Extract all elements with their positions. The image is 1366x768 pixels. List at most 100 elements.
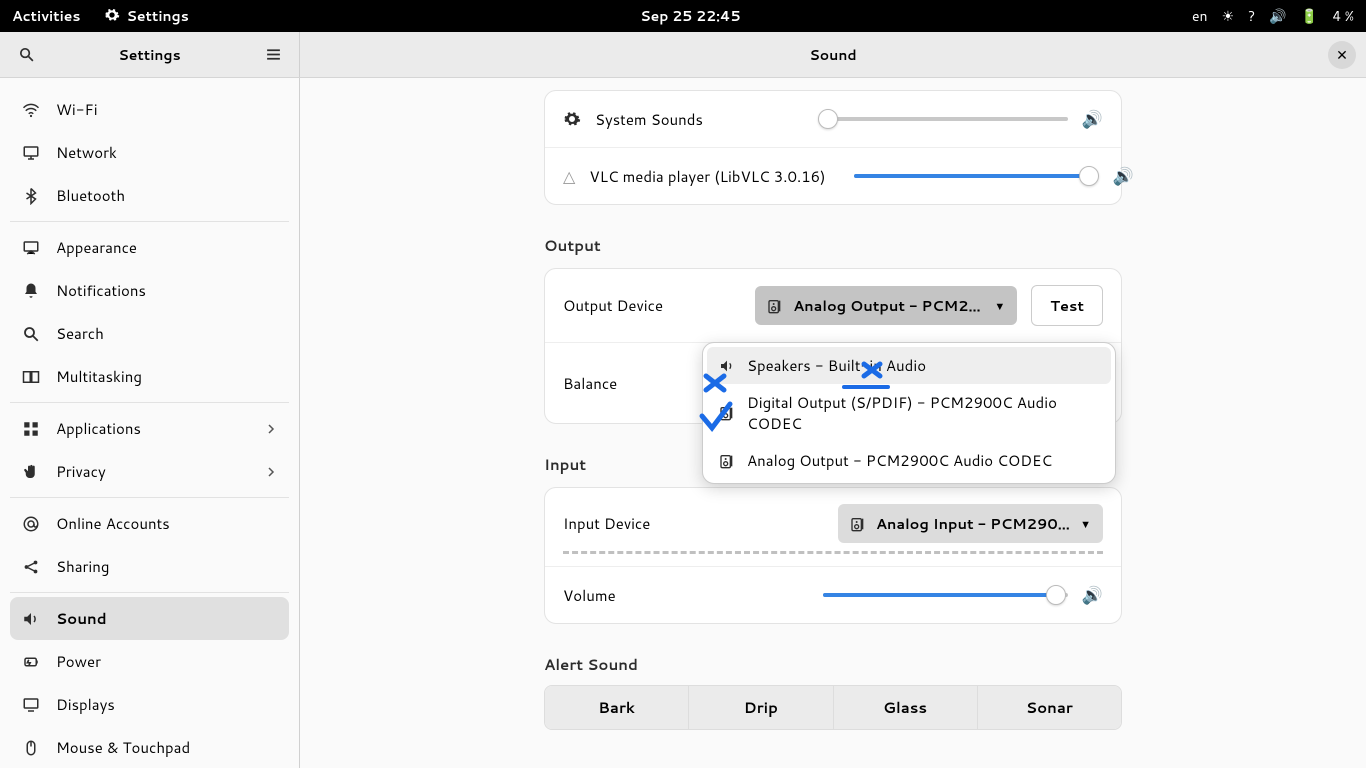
- wifi-icon: [22, 101, 40, 119]
- sidebar-item-privacy[interactable]: Privacy: [10, 450, 289, 493]
- sidebar-item-notifications[interactable]: Notifications: [10, 269, 289, 312]
- input-volume-slider[interactable]: [823, 593, 1068, 597]
- battery-percent: 4 %: [1332, 6, 1354, 26]
- dropdown-item-digital[interactable]: Digital Output (S/PDIF) - PCM2900C Audio…: [707, 384, 1111, 442]
- sidebar-item-applications[interactable]: Applications: [10, 407, 289, 450]
- alert-section-title: Alert Sound: [544, 654, 1122, 675]
- input-volume-label: Volume: [563, 585, 616, 606]
- page-title: Sound: [809, 45, 856, 65]
- monitor-icon: [22, 144, 40, 162]
- system-sounds-row: System Sounds 🔊: [545, 91, 1121, 148]
- sidebar-item-label: Power: [56, 651, 101, 672]
- input-card: Input Device Analog Input - PCM2900C Aud…: [544, 487, 1122, 624]
- sidebar-item-appearance[interactable]: Appearance: [10, 226, 289, 269]
- sidebar-title: Settings: [40, 45, 259, 65]
- input-device-label: Input Device: [563, 513, 824, 534]
- bell-icon: [22, 282, 40, 300]
- sidebar-item-sound[interactable]: Sound: [10, 597, 289, 640]
- annotation-check: [698, 400, 734, 434]
- share-icon: [22, 558, 40, 576]
- alert-sonar[interactable]: Sonar: [978, 686, 1121, 729]
- annotation-underline: [842, 384, 890, 390]
- hamburger-icon: [265, 46, 282, 63]
- vlc-icon: △: [563, 165, 575, 188]
- sidebar-item-label: Online Accounts: [56, 513, 170, 534]
- card-icon: [850, 516, 866, 532]
- close-icon: ✕: [1336, 45, 1348, 65]
- annotation-x-small: [860, 360, 884, 380]
- search-icon: [18, 46, 35, 63]
- hand-icon: [22, 463, 40, 481]
- vlc-slider[interactable]: [854, 174, 1099, 178]
- appearance-icon: [22, 239, 40, 257]
- sidebar-item-label: Bluetooth: [56, 185, 125, 206]
- at-icon: [22, 515, 40, 533]
- sidebar-item-mouse-touchpad[interactable]: Mouse & Touchpad: [10, 726, 289, 768]
- settings-sidebar: Wi-Fi Network Bluetooth Appearance Notificat…: [0, 78, 300, 768]
- sidebar-item-label: Notifications: [56, 280, 146, 301]
- topbar-app[interactable]: Settings: [104, 6, 188, 26]
- card-icon: [719, 453, 735, 469]
- output-section-title: Output: [544, 235, 1122, 256]
- sidebar-item-online-accounts[interactable]: Online Accounts: [10, 502, 289, 545]
- output-device-select[interactable]: Analog Output - PCM290… ▼: [755, 286, 1017, 325]
- speaker-icon: [22, 610, 40, 628]
- sidebar-item-label: Sharing: [56, 556, 109, 577]
- card-icon: [767, 298, 783, 314]
- alert-bark[interactable]: Bark: [545, 686, 689, 729]
- sidebar-item-search[interactable]: Search: [10, 312, 289, 355]
- main-header: Sound ✕: [300, 32, 1366, 77]
- sidebar-item-label: Mouse & Touchpad: [56, 737, 190, 758]
- sidebar-item-label: Sound: [56, 608, 107, 629]
- chevron-down-icon: ▼: [994, 298, 1005, 314]
- close-button[interactable]: ✕: [1328, 41, 1356, 69]
- volume-levels-card: System Sounds 🔊 △ VLC media player (LibV…: [544, 90, 1122, 205]
- sidebar-item-label: Privacy: [56, 461, 106, 482]
- output-device-row: Output Device Analog Output - PCM290… ▼ …: [545, 269, 1121, 343]
- sidebar-item-displays[interactable]: Displays: [10, 683, 289, 726]
- output-device-dropdown: Speakers - Built-in Audio Digital Output…: [702, 342, 1116, 484]
- dropdown-item-label: Digital Output (S/PDIF) - PCM2900C Audio…: [747, 392, 1099, 434]
- sidebar-item-label: Search: [56, 323, 104, 344]
- search-button[interactable]: [12, 41, 40, 69]
- sidebar-item-multitasking[interactable]: Multitasking: [10, 355, 289, 398]
- annotation-x: [702, 372, 728, 394]
- sidebar-item-network[interactable]: Network: [10, 131, 289, 174]
- volume-icon: 🔊: [1269, 6, 1286, 26]
- sidebar-item-sharing[interactable]: Sharing: [10, 545, 289, 588]
- sidebar-item-label: Displays: [56, 694, 115, 715]
- vlc-row: △ VLC media player (LibVLC 3.0.16) 🔊: [545, 148, 1121, 204]
- chevron-right-icon: [265, 423, 277, 435]
- alert-glass[interactable]: Glass: [834, 686, 978, 729]
- test-button[interactable]: Test: [1031, 285, 1103, 326]
- dropdown-item-analog[interactable]: Analog Output - PCM2900C Audio CODEC: [707, 442, 1111, 479]
- system-sounds-slider[interactable]: [823, 117, 1068, 121]
- input-level-meter: [563, 551, 1103, 554]
- clock[interactable]: Sep 25 22:45: [189, 6, 1192, 26]
- sidebar-item-label: Applications: [56, 418, 141, 439]
- input-device-value: Analog Input - PCM2900C Audio…: [876, 513, 1070, 534]
- menu-button[interactable]: [259, 41, 287, 69]
- output-device-value: Analog Output - PCM290…: [793, 295, 984, 316]
- sidebar-item-power[interactable]: Power: [10, 640, 289, 683]
- balance-label: Balance: [563, 373, 617, 394]
- sidebar-item-bluetooth[interactable]: Bluetooth: [10, 174, 289, 217]
- alert-sound-group: Bark Drip Glass Sonar: [544, 685, 1122, 730]
- dropdown-item-label: Speakers - Built-in Audio: [747, 355, 926, 376]
- sidebar-item-label: Wi-Fi: [56, 99, 98, 120]
- lang-indicator[interactable]: en: [1192, 6, 1208, 26]
- alert-drip[interactable]: Drip: [689, 686, 833, 729]
- sidebar-item-wi-fi[interactable]: Wi-Fi: [10, 88, 289, 131]
- system-tray[interactable]: en ☀ ? 🔊 🔋 4 %: [1192, 6, 1354, 26]
- gear-icon: [563, 110, 581, 128]
- input-device-select[interactable]: Analog Input - PCM2900C Audio… ▼: [838, 504, 1103, 543]
- chevron-down-icon: ▼: [1080, 516, 1091, 532]
- desktop-topbar: Activities Settings Sep 25 22:45 en ☀ ? …: [0, 0, 1366, 32]
- input-device-row: Input Device Analog Input - PCM2900C Aud…: [545, 488, 1121, 551]
- dropdown-item-speakers[interactable]: Speakers - Built-in Audio: [707, 347, 1111, 384]
- chevron-right-icon: [265, 466, 277, 478]
- sidebar-item-label: Network: [56, 142, 117, 163]
- display-icon: [22, 696, 40, 714]
- gear-icon: [104, 7, 120, 23]
- activities-button[interactable]: Activities: [12, 6, 80, 26]
